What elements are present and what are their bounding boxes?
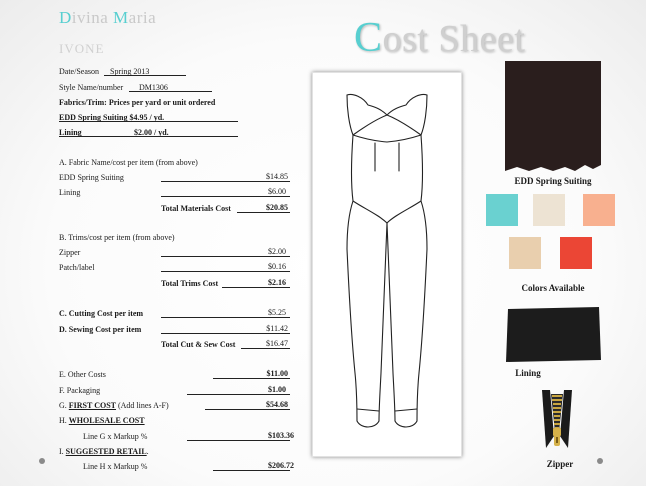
cut-sew-total-label: Total Cut & Sew Cost [161, 340, 236, 349]
wholesale-cost-value: $103.36 [268, 431, 294, 440]
first-cost-value: $54.68 [266, 400, 288, 409]
section-b-row-value: $0.16 [268, 262, 286, 271]
date-season-label: Date/Season [59, 67, 99, 76]
color-swatch-5 [560, 237, 592, 269]
lining-swatch [506, 307, 601, 362]
sewing-cost-label: D. Sewing Cost per item [59, 325, 142, 334]
next-slide-dot-icon[interactable] [597, 458, 603, 464]
suggested-retail-label: I. SUGGESTED RETAIL. [59, 447, 149, 456]
zipper-caption: Zipper [546, 459, 574, 469]
prev-slide-dot-icon[interactable] [39, 458, 45, 464]
section-b-row-value: $2.00 [268, 247, 286, 256]
suggested-retail-value: $206.72 [268, 461, 294, 470]
section-b-row-label: Zipper [59, 248, 81, 257]
colors-caption: Colors Available [521, 283, 585, 293]
color-swatch-4 [509, 237, 541, 269]
collection-name: IVONE [59, 41, 105, 56]
packaging-label: F. Packaging [59, 386, 101, 395]
jumpsuit-sketch-icon [346, 93, 428, 428]
fabric-swatch [505, 61, 601, 171]
fabric-sample-icon [505, 61, 601, 171]
zipper-icon [542, 390, 572, 448]
wholesale-cost-label: H. WHOLESALE COST [59, 416, 145, 425]
zipper-image [536, 388, 578, 450]
style-value: DM1306 [139, 83, 168, 92]
section-a-heading: A. Fabric Name/cost per item (from above… [59, 158, 198, 167]
other-costs-value: $11.00 [266, 369, 288, 378]
date-season-value: Spring 2013 [110, 67, 150, 76]
section-b-total-label: Total Trims Cost [161, 279, 219, 288]
color-swatch-2 [533, 194, 565, 226]
section-b-heading: B. Trims/cost per item (from above) [59, 233, 175, 242]
section-a-total-label: Total Materials Cost [161, 204, 231, 213]
garment-sketch [312, 72, 462, 457]
section-a-row-label: EDD Spring Suiting [59, 173, 124, 182]
section-b-total-value: $2.16 [268, 278, 286, 287]
first-cost-label: G. FIRST COST (Add lines A-F) [59, 401, 169, 410]
sewing-cost-value: $11.42 [266, 324, 288, 333]
style-label: Style Name/number [59, 83, 124, 92]
color-swatch-3 [583, 194, 615, 226]
lining-sample-icon [506, 307, 601, 362]
page-title: Cost Sheet [354, 15, 526, 61]
color-swatch-1 [486, 194, 518, 226]
section-a-row-value: $14.85 [266, 172, 288, 181]
retail-markup-label: Line H x Markup % [83, 462, 148, 471]
fabrics-trim-label: Fabrics/Trim: Prices per yard or unit or… [59, 98, 216, 107]
other-costs-label: E. Other Costs [59, 370, 106, 379]
packaging-value: $1.00 [268, 385, 286, 394]
cut-sew-total-value: $16.47 [266, 339, 288, 348]
section-b-row-label: Patch/label [59, 263, 95, 272]
cutting-cost-value: $5.25 [268, 308, 286, 317]
wholesale-markup-label: Line G x Markup % [83, 432, 148, 441]
brand-name: Divina Maria [59, 8, 157, 27]
section-a-total-value: $20.85 [266, 203, 288, 212]
section-a-row-label: Lining [59, 188, 81, 197]
section-a-row-value: $6.00 [268, 187, 286, 196]
lining-caption: Lining [515, 368, 541, 378]
cutting-cost-label: C. Cutting Cost per item [59, 309, 144, 318]
fabric-caption: EDD Spring Suiting [514, 176, 592, 186]
